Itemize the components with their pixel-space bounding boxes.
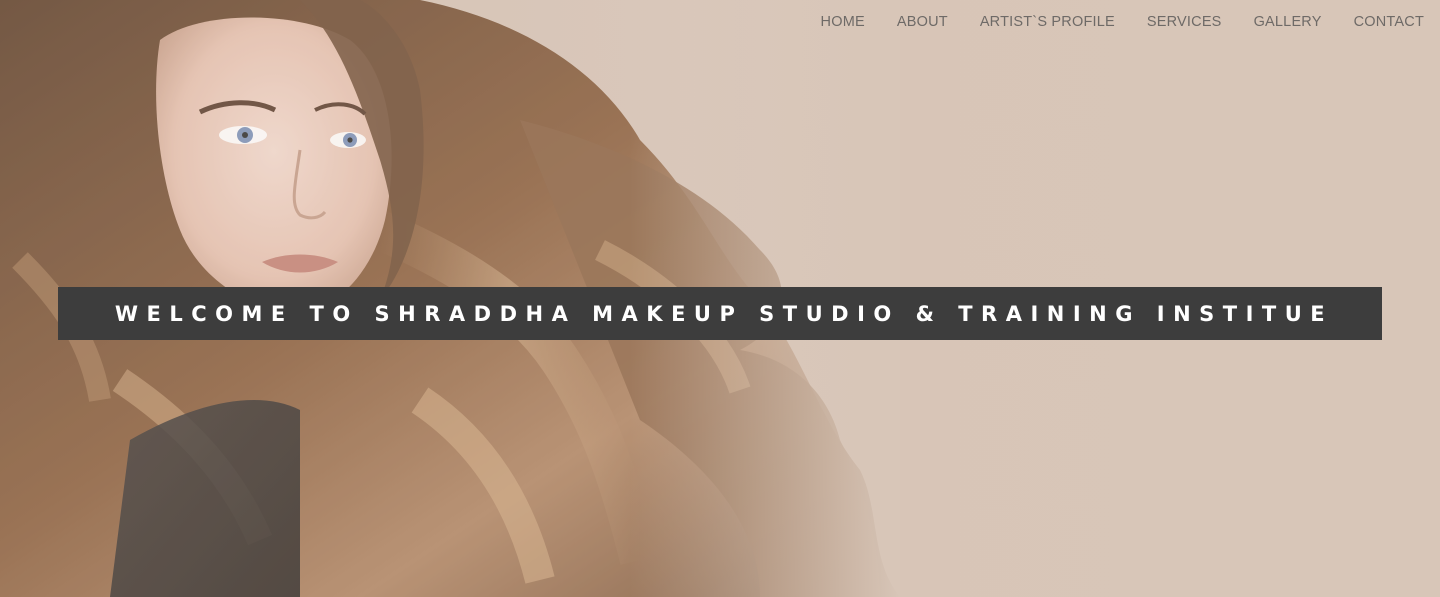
- welcome-banner: WELCOME TO SHRADDHA MAKEUP STUDIO & TRAI…: [58, 287, 1382, 340]
- nav-item-home[interactable]: HOME: [821, 14, 865, 30]
- main-navigation: HOME ABOUT ARTIST`S PROFILE SERVICES GAL…: [821, 11, 1424, 33]
- nav-item-gallery[interactable]: GALLERY: [1254, 14, 1322, 30]
- hero-section: HOME ABOUT ARTIST`S PROFILE SERVICES GAL…: [0, 0, 1440, 597]
- nav-item-services[interactable]: SERVICES: [1147, 14, 1222, 30]
- welcome-banner-text: WELCOME TO SHRADDHA MAKEUP STUDIO & TRAI…: [114, 301, 1334, 326]
- nav-item-artists-profile[interactable]: ARTIST`S PROFILE: [980, 14, 1115, 30]
- nav-item-contact[interactable]: CONTACT: [1354, 14, 1424, 30]
- nav-item-about[interactable]: ABOUT: [897, 14, 948, 30]
